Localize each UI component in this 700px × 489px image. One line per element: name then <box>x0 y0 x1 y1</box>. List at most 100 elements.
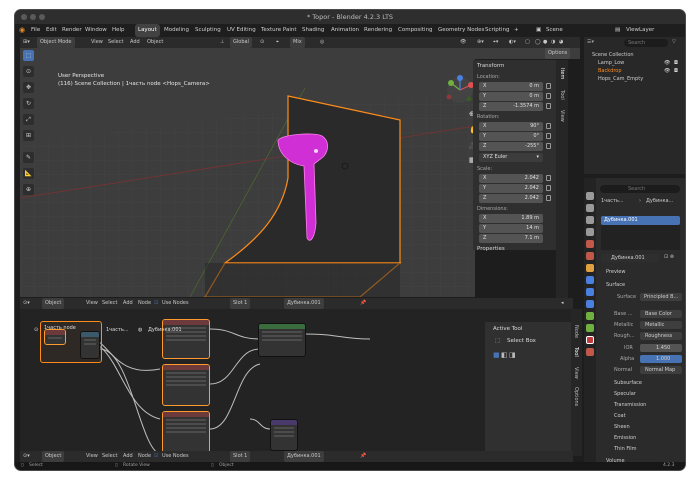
active-tool-title[interactable]: Active Tool <box>493 326 522 332</box>
tool-tab-icon[interactable] <box>586 192 594 200</box>
shader-node[interactable] <box>162 319 210 359</box>
use-nodes-checkbox[interactable]: ☑ <box>154 298 158 309</box>
material-slot-list[interactable] <box>601 225 680 250</box>
visibility-icon[interactable]: 👁 <box>460 37 466 48</box>
menu-select[interactable]: Select <box>102 451 117 462</box>
location-z-field[interactable]: Z -1.3574 m <box>479 102 543 111</box>
shader-type-selector[interactable]: Object <box>42 451 65 462</box>
material-tab-icon[interactable] <box>586 336 594 344</box>
lock-icon[interactable] <box>546 185 551 191</box>
menu-select[interactable]: Select <box>102 298 117 309</box>
tab-animation[interactable]: Animation <box>328 24 362 37</box>
shader-node[interactable] <box>80 331 100 359</box>
view-layer-selector[interactable]: ViewLayer <box>626 24 654 37</box>
editor-type-icon[interactable]: ⊞▾ <box>23 37 30 48</box>
xray-icon[interactable]: ▢ <box>525 37 530 48</box>
move-tool-icon[interactable]: ✥ <box>23 82 34 93</box>
select-mode-subtract-icon[interactable]: ◨ <box>509 351 516 359</box>
editor-type-icon[interactable]: ⊙▾ <box>23 451 30 462</box>
particles-tab-icon[interactable] <box>586 288 594 296</box>
filter-icon[interactable]: ▽ <box>672 39 676 45</box>
rotation-x-field[interactable]: X 90° <box>479 122 543 131</box>
lock-icon[interactable] <box>546 93 551 99</box>
tab-rendering[interactable]: Rendering <box>361 24 395 37</box>
lock-icon[interactable] <box>546 143 551 149</box>
tab-scripting[interactable]: Scripting <box>482 24 512 37</box>
snap-target-selector[interactable]: Mix <box>290 37 305 48</box>
shading-material-icon[interactable]: ◑ <box>551 37 555 48</box>
scene-tab-icon[interactable] <box>586 240 594 248</box>
specular-panel[interactable]: Specular <box>614 391 636 397</box>
transform-section-title[interactable]: Transform <box>477 63 504 69</box>
menu-add[interactable]: Add <box>123 298 133 309</box>
normal-field[interactable]: Normal Map <box>640 366 682 374</box>
shader-node[interactable] <box>162 364 210 406</box>
shading-wireframe-icon[interactable]: ◯ <box>535 37 541 48</box>
transmission-panel[interactable]: Transmission <box>614 402 646 408</box>
dimension-y-field[interactable]: Y 14 m <box>479 224 543 233</box>
subsurface-panel[interactable]: Subsurface <box>614 380 642 386</box>
sidebar-toggle-icon[interactable]: ◂ <box>561 298 564 309</box>
location-y-field[interactable]: Y0 m <box>479 92 543 101</box>
shader-node[interactable] <box>270 419 298 451</box>
tab-tool[interactable]: Tool <box>573 347 579 357</box>
annotate-tool-icon[interactable]: ✎ <box>23 152 34 163</box>
overlay-icon[interactable]: ◐▾ <box>509 37 516 48</box>
menu-add[interactable]: Add <box>123 451 133 462</box>
eye-icon[interactable]: 👁 <box>664 68 670 74</box>
menu-view[interactable]: View <box>91 37 103 48</box>
material-slot-selected[interactable]: Дубинка.001 <box>601 216 680 225</box>
rotation-mode-selector[interactable]: XYZ Euler ▾ <box>479 153 543 162</box>
tab-modeling[interactable]: Modeling <box>161 24 192 37</box>
node-material-selector[interactable]: Дубинка.001 <box>284 298 324 309</box>
lock-icon[interactable] <box>546 103 551 109</box>
emission-panel[interactable]: Emission <box>614 435 636 441</box>
pin-icon[interactable]: 📌 <box>360 298 366 309</box>
coat-panel[interactable]: Coat <box>614 413 626 419</box>
material-user-icons[interactable]: ⊡ ⊗ <box>664 254 674 260</box>
slot-selector[interactable]: Slot 1 <box>230 451 251 462</box>
navigation-gizmo[interactable] <box>445 75 475 105</box>
shader-type-selector[interactable]: Object <box>42 298 65 309</box>
lock-icon[interactable] <box>546 83 551 89</box>
texture-tab-icon[interactable] <box>586 348 594 356</box>
material-selector[interactable]: Дубинка.001 <box>601 254 659 262</box>
properties-section-title[interactable]: Properties <box>477 246 505 252</box>
physics-tab-icon[interactable] <box>586 300 594 308</box>
measure-tool-icon[interactable]: 📐 <box>23 168 34 179</box>
node-material-selector[interactable]: Дубинка.001 <box>284 451 324 462</box>
surface-panel-header[interactable]: Surface <box>606 282 625 288</box>
menu-edit[interactable]: Edit <box>46 24 57 37</box>
rotation-z-field[interactable]: Z -255° <box>479 142 543 151</box>
proportional-edit-icon[interactable]: ◎ <box>320 37 324 48</box>
menu-select[interactable]: Select <box>108 37 123 48</box>
menu-window[interactable]: Window <box>85 24 107 37</box>
menu-view[interactable]: View <box>86 298 98 309</box>
outliner-item-lamp[interactable]: Lamp_Low <box>598 60 624 66</box>
camera-icon[interactable]: ◘ <box>674 60 678 66</box>
tab-tool[interactable]: Tool <box>559 90 565 100</box>
tab-sculpting[interactable]: Sculpting <box>192 24 224 37</box>
shader-node[interactable] <box>162 411 210 455</box>
3d-viewport[interactable]: User Perspective (116) Scene Collection … <box>20 48 475 297</box>
eye-icon[interactable]: 👁 <box>664 60 670 66</box>
tab-view[interactable]: View <box>559 110 565 122</box>
shading-solid-icon[interactable]: ● <box>543 37 547 48</box>
close-window-icon[interactable] <box>21 14 27 20</box>
render-tab-icon[interactable] <box>586 204 594 212</box>
properties-search-input[interactable]: Search <box>600 185 680 193</box>
scene-collection-item[interactable]: Scene Collection <box>592 52 634 58</box>
alpha-slider[interactable]: 1.000 <box>640 355 682 363</box>
metallic-field[interactable]: Metallic <box>640 321 682 329</box>
rotation-y-field[interactable]: Y 0° <box>479 132 543 141</box>
rotate-tool-icon[interactable]: ↻ <box>23 98 34 109</box>
add-workspace-button[interactable]: + <box>514 24 519 37</box>
sheen-panel[interactable]: Sheen <box>614 424 630 430</box>
outliner-editor-icon[interactable]: ☰▾ <box>587 39 594 45</box>
tab-compositing[interactable]: Compositing <box>395 24 435 37</box>
dimension-x-field[interactable]: X 1.89 m <box>479 214 543 223</box>
thin-film-panel[interactable]: Thin Film <box>614 446 637 452</box>
pivot-icon[interactable]: ⊙ <box>260 37 264 48</box>
shader-node[interactable] <box>44 329 66 345</box>
modifier-tab-icon[interactable] <box>586 276 594 284</box>
